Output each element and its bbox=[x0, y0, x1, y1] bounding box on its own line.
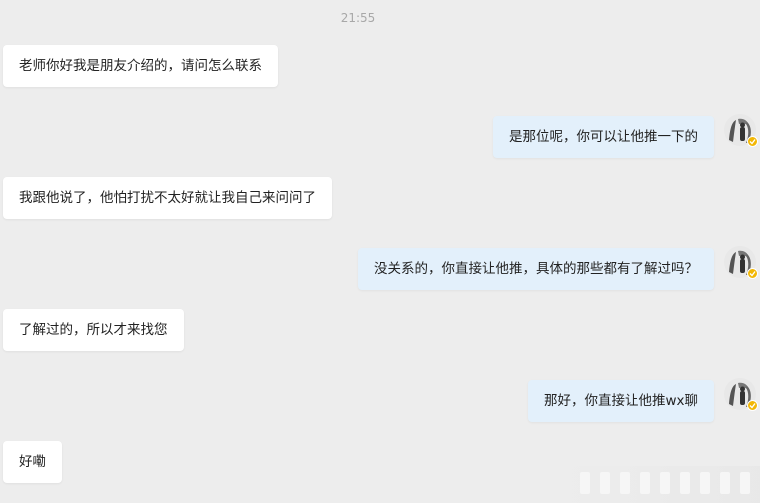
message-timestamp: 21:55 bbox=[340, 11, 376, 25]
user-avatar-icon[interactable] bbox=[724, 378, 758, 411]
verified-badge-icon bbox=[747, 400, 758, 411]
outgoing-message-bubble[interactable]: 没关系的，你直接让他推，具体的那些都有了解过吗？ bbox=[358, 248, 714, 290]
user-avatar-icon[interactable] bbox=[724, 246, 758, 279]
incoming-message-bubble[interactable]: 了解过的，所以才来找您 bbox=[3, 309, 184, 351]
verified-badge-icon bbox=[747, 136, 758, 147]
outgoing-message-bubble[interactable]: 那好，你直接让他推wx聊 bbox=[527, 380, 714, 422]
watermark-overlay bbox=[560, 466, 760, 503]
outgoing-message-bubble[interactable]: 是那位呢，你可以让他推一下的 bbox=[493, 116, 714, 158]
user-avatar-icon[interactable] bbox=[724, 114, 758, 147]
incoming-message-bubble[interactable]: 好嘞 bbox=[3, 441, 62, 483]
verified-badge-icon bbox=[747, 268, 758, 279]
incoming-message-bubble[interactable]: 我跟他说了，他怕打扰不太好就让我自己来问问了 bbox=[3, 177, 332, 219]
incoming-message-bubble[interactable]: 老师你好我是朋友介绍的，请问怎么联系 bbox=[3, 45, 278, 87]
